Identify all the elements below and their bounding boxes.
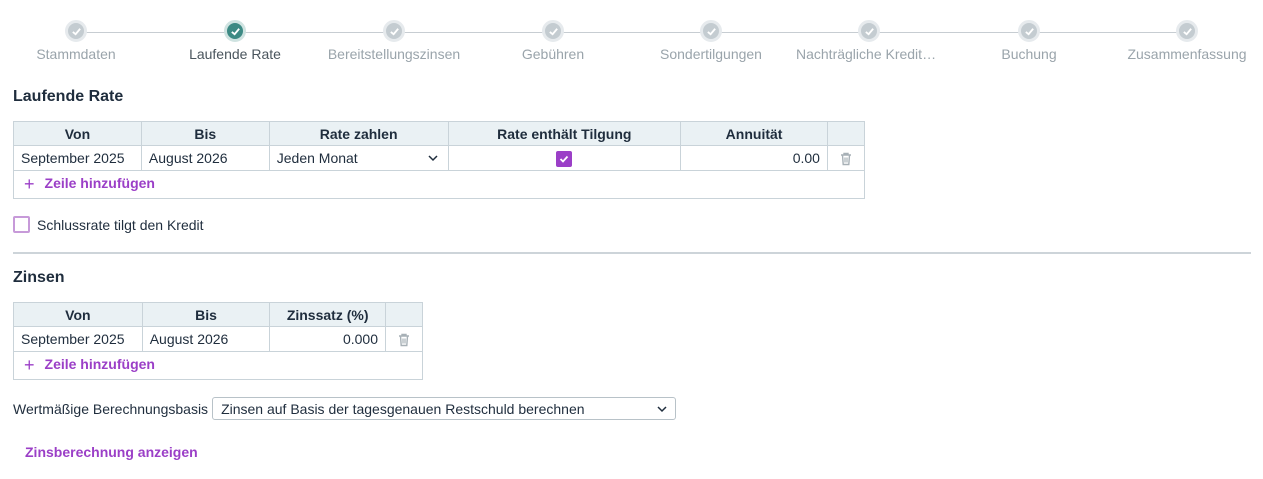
- zinsen-table: Von Bis Zinssatz (%) September 2025 Augu…: [13, 302, 423, 380]
- check-icon: [1018, 20, 1040, 42]
- column-header-rate-zahlen: Rate zahlen: [268, 121, 449, 146]
- table-row: September 2025 August 2026 Jeden Monat 0…: [13, 145, 866, 171]
- column-header-annuitaet: Annuität: [680, 121, 828, 146]
- chevron-down-icon: [427, 155, 438, 162]
- column-header-bis: Bis: [140, 121, 270, 146]
- check-icon: [65, 20, 87, 42]
- column-header-zinssatz: Zinssatz (%): [269, 302, 387, 327]
- step-gebuehren[interactable]: Gebühren: [473, 20, 633, 62]
- trash-icon[interactable]: [839, 152, 853, 166]
- berechnungsbasis-value: Zinsen auf Basis der tagesgenauen Restsc…: [221, 400, 585, 417]
- step-stammdaten[interactable]: Stammdaten: [0, 20, 156, 62]
- step-label: Bereitstellungszinsen: [327, 46, 461, 62]
- column-header-actions: [385, 302, 423, 327]
- step-label: Laufende Rate: [189, 46, 281, 62]
- add-row: + Zeile hinzufügen: [13, 351, 423, 380]
- cell-von[interactable]: September 2025: [13, 326, 143, 352]
- plus-icon: +: [24, 174, 35, 194]
- step-buchung[interactable]: Buchung: [949, 20, 1109, 62]
- step-zusammenfassung[interactable]: Zusammenfassung: [1107, 20, 1263, 62]
- berechnungsbasis-select[interactable]: Zinsen auf Basis der tagesgenauen Restsc…: [212, 397, 677, 420]
- delete-cell: [385, 326, 423, 352]
- annuitaet-input[interactable]: 0.00: [680, 145, 828, 171]
- column-header-bis: Bis: [141, 302, 271, 327]
- check-icon: [224, 20, 246, 42]
- chevron-down-icon: [657, 405, 667, 412]
- add-row-button[interactable]: + Zeile hinzufügen: [21, 355, 155, 375]
- tilgung-cell: [447, 145, 682, 171]
- plus-icon: +: [24, 355, 35, 375]
- check-icon: [1176, 20, 1198, 42]
- step-sondertilgungen[interactable]: Sondertilgungen: [631, 20, 791, 62]
- check-icon: [700, 20, 722, 42]
- table-row: September 2025 August 2026 0.000: [13, 326, 423, 352]
- column-header-von: Von: [13, 302, 143, 327]
- add-row-button[interactable]: + Zeile hinzufügen: [21, 174, 155, 194]
- column-header-von: Von: [13, 121, 142, 146]
- section-title-laufende-rate: Laufende Rate: [13, 88, 124, 105]
- wizard-stepper: Stammdaten Laufende Rate Bereitstellungs…: [0, 0, 1263, 72]
- check-icon: [542, 20, 564, 42]
- zinsberechnung-anzeigen-button[interactable]: Zinsberechnung anzeigen: [25, 444, 198, 460]
- berechnungsbasis-row: Wertmäßige Berechnungsbasis Zinsen auf B…: [13, 397, 677, 420]
- check-icon: [858, 20, 880, 42]
- berechnungsbasis-label: Wertmäßige Berechnungsbasis: [13, 400, 209, 417]
- step-laufende-rate[interactable]: Laufende Rate: [155, 20, 315, 62]
- table-header-row: Von Bis Zinssatz (%): [13, 302, 423, 327]
- step-bereitstellungszinsen[interactable]: Bereitstellungszinsen: [314, 20, 474, 62]
- add-row-label: Zeile hinzufügen: [44, 175, 155, 191]
- step-label: Stammdaten: [36, 46, 116, 62]
- step-label: Gebühren: [521, 46, 585, 62]
- step-nachtraegliche-kreditaufnahmen[interactable]: Nachträgliche Kreditaufnahmen: [790, 20, 948, 62]
- rate-zahlen-select[interactable]: Jeden Monat: [268, 145, 449, 171]
- section-title-zinsen: Zinsen: [13, 269, 65, 286]
- cell-bis[interactable]: August 2026: [141, 326, 271, 352]
- tilgung-checkbox[interactable]: [556, 150, 573, 167]
- schlussrate-checkbox[interactable]: [13, 216, 30, 233]
- cell-von[interactable]: September 2025: [13, 145, 142, 171]
- delete-cell: [826, 145, 866, 171]
- step-label: Nachträgliche Kreditaufnahmen: [796, 46, 948, 62]
- step-label: Sondertilgungen: [660, 46, 762, 62]
- step-label: Zusammenfassung: [1127, 46, 1247, 62]
- section-divider: [13, 252, 1251, 254]
- column-header-tilgung: Rate enthält Tilgung: [447, 121, 682, 146]
- rate-zahlen-value: Jeden Monat: [276, 150, 358, 166]
- check-icon: [560, 155, 569, 163]
- cell-bis[interactable]: August 2026: [140, 145, 270, 171]
- column-header-actions: [826, 121, 866, 146]
- add-row: + Zeile hinzufügen: [13, 170, 865, 199]
- schlussrate-row[interactable]: Schlussrate tilgt den Kredit: [13, 216, 204, 233]
- add-row-cell: + Zeile hinzufügen: [13, 170, 865, 199]
- step-label: Buchung: [1001, 46, 1057, 62]
- schlussrate-label: Schlussrate tilgt den Kredit: [37, 216, 204, 233]
- zinssatz-input[interactable]: 0.000: [269, 326, 387, 352]
- add-row-cell: + Zeile hinzufügen: [13, 351, 423, 380]
- trash-icon[interactable]: [397, 333, 411, 347]
- add-row-label: Zeile hinzufügen: [44, 356, 155, 372]
- rate-table: Von Bis Rate zahlen Rate enthält Tilgung…: [13, 121, 866, 199]
- check-icon: [383, 20, 405, 42]
- table-header-row: Von Bis Rate zahlen Rate enthält Tilgung…: [13, 121, 866, 146]
